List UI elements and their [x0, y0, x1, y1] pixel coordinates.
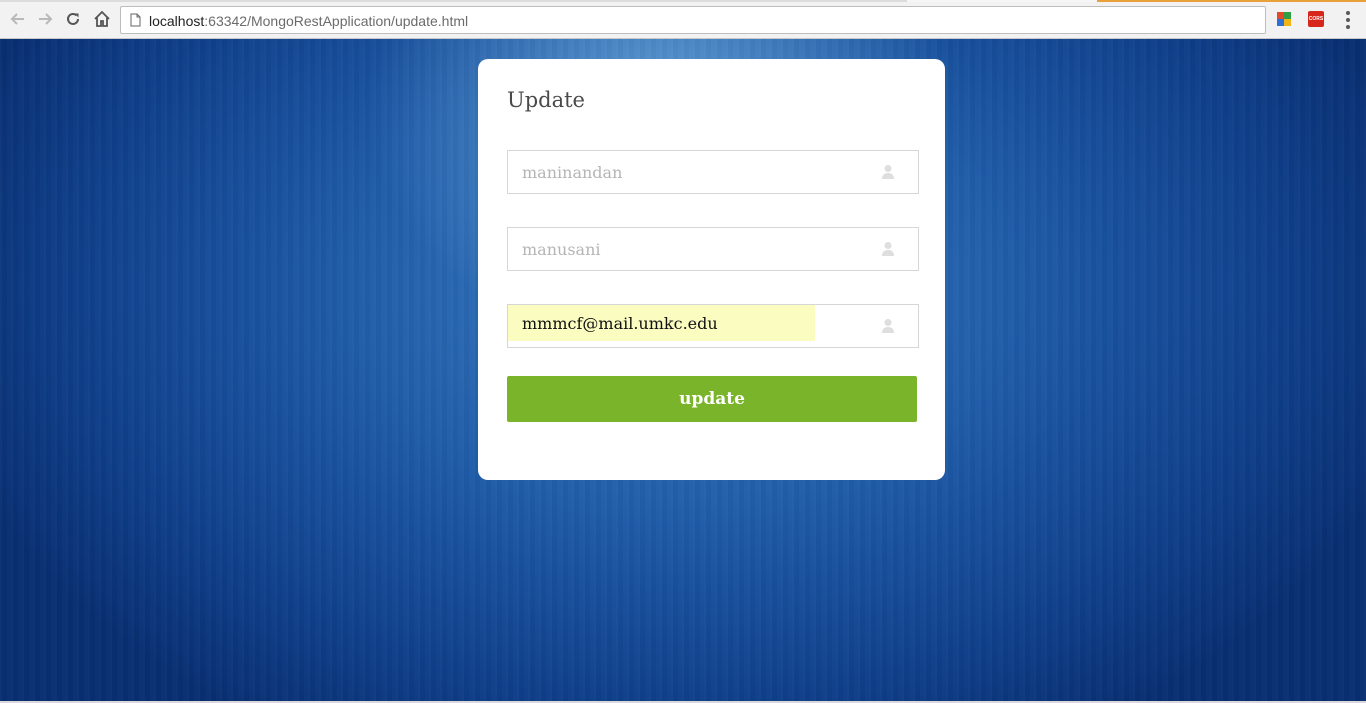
browser-menu-icon[interactable] [1341, 10, 1355, 30]
page-background: Update update [0, 39, 1366, 703]
back-arrow-icon [10, 13, 24, 25]
update-card: Update update [478, 59, 945, 480]
last-name-input[interactable] [508, 228, 868, 270]
email-input[interactable] [508, 305, 815, 341]
last-name-field [507, 227, 919, 271]
update-button[interactable]: update [507, 376, 917, 422]
home-button[interactable] [92, 9, 112, 29]
first-name-field [507, 150, 919, 194]
cors-extension-icon[interactable]: CORS [1308, 11, 1324, 27]
form-title: Update [507, 88, 585, 112]
user-icon [882, 242, 894, 256]
user-icon [882, 165, 894, 179]
address-bar[interactable]: localhost:63342/MongoRestApplication/upd… [120, 6, 1266, 34]
url-text: localhost:63342/MongoRestApplication/upd… [149, 13, 468, 29]
tab-accent-edge [1097, 0, 1366, 2]
reload-icon [67, 12, 79, 25]
first-name-input[interactable] [508, 151, 868, 193]
browser-toolbar: localhost:63342/MongoRestApplication/upd… [0, 0, 1366, 39]
home-icon [94, 10, 110, 27]
email-field [507, 304, 919, 348]
forward-button[interactable] [35, 9, 55, 29]
forward-arrow-icon [39, 13, 53, 25]
user-icon [882, 319, 894, 333]
url-path: :63342/MongoRestApplication/update.html [204, 13, 469, 29]
colorful-extension-icon[interactable] [1276, 11, 1292, 27]
active-tab-edge [907, 0, 1097, 2]
reload-button[interactable] [63, 9, 83, 29]
page-icon [130, 13, 141, 27]
back-button[interactable] [8, 9, 28, 29]
url-host: localhost [149, 13, 205, 29]
